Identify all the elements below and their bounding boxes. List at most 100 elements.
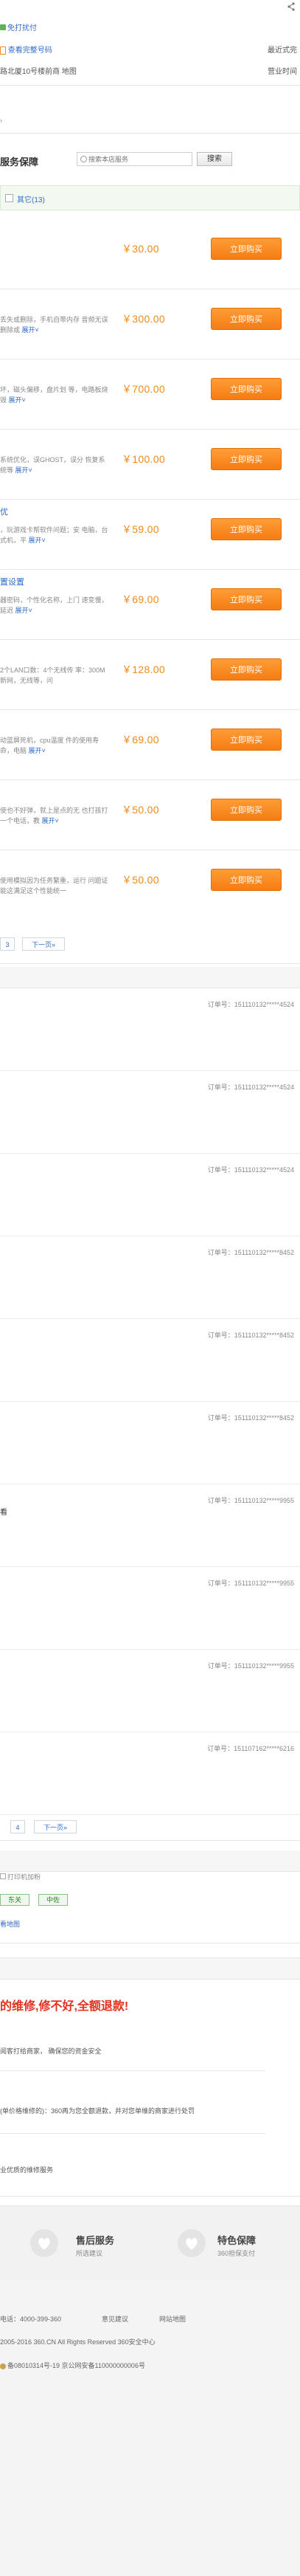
product-title[interactable]: 置设置	[0, 576, 24, 588]
search-button[interactable]: 搜索	[197, 152, 232, 166]
share-icon[interactable]	[287, 1, 296, 11]
footer-sitemap-link[interactable]: 网站地图	[159, 2314, 186, 2324]
section-caret: ›	[0, 117, 2, 124]
order-row: 订单号：151110132*****8452	[0, 1318, 300, 1402]
order-row: 订单号：151110132*****8452	[0, 1401, 300, 1484]
police-badge-icon	[0, 2363, 6, 2369]
divider	[0, 2070, 265, 2071]
product-card: 优 ，玩游戏卡帮软件问题；安 电脑，台式机，平 展开˅ ￥59.00 立即购买	[0, 500, 300, 570]
buy-now-button[interactable]: 立即购买	[211, 308, 282, 330]
product-price: ￥700.00	[122, 383, 165, 395]
area-tag-middle[interactable]: 中佐	[38, 1894, 68, 1906]
divider	[0, 133, 300, 134]
pager-next[interactable]: 下一页»	[34, 1820, 77, 1833]
chevron-down-icon: ˅	[21, 396, 26, 404]
badges-bar: 售后服务 所选建议 特色保障 360担保支付	[0, 2205, 300, 2281]
chevron-down-icon: ˅	[41, 537, 46, 544]
footer-feedback-link[interactable]: 意见建议	[102, 2314, 128, 2324]
area-tag-east[interactable]: 东关	[0, 1894, 29, 1906]
guarantee-line-3: 业优质的维修服务	[0, 2166, 54, 2174]
product-price: ￥50.00	[122, 874, 159, 886]
product-card: 置设置 器密码，个性化名称，上门 速变慢，延迟 展开˅ ￥69.00 立即购买	[0, 570, 300, 640]
business-hours-label: 营业时间	[268, 68, 297, 76]
feature-link[interactable]: 免打扰付	[7, 24, 37, 32]
feature-row: 免打扰付	[0, 24, 37, 33]
expand-link[interactable]: 展开	[15, 466, 29, 474]
order-id: 订单号：151110132*****8452	[207, 1332, 294, 1339]
chevron-down-icon: ˅	[55, 817, 59, 824]
footer-hotline: 电话：4000-399-360	[0, 2315, 62, 2323]
order-id: 订单号：151110132*****4524	[207, 1084, 294, 1091]
divider	[0, 2196, 300, 2197]
product-price: ￥128.00	[122, 664, 165, 675]
search-input[interactable]	[88, 154, 190, 165]
filter-other[interactable]: 其它(13)	[17, 193, 45, 204]
expand-link[interactable]: 展开	[29, 537, 42, 544]
checkbox-icon	[0, 1873, 6, 1879]
order-id: 订单号：151110132*****8452	[207, 1249, 294, 1256]
map-link[interactable]: 看地图	[0, 1920, 20, 1929]
footer-copyright: 2005-2016 360.CN All Rights Reserved 360…	[0, 2338, 156, 2346]
special-guarantee-heart-icon	[177, 2228, 206, 2262]
order-id: 订单号：151110132*****9955	[207, 1580, 294, 1587]
special-guarantee-sub: 360担保支付	[217, 2250, 256, 2257]
order-row: 订单号：151110132*****4524	[0, 1070, 300, 1154]
check-icon	[0, 24, 6, 30]
chevron-down-icon: ˅	[35, 326, 39, 334]
buy-now-button[interactable]: 立即购买	[211, 588, 282, 610]
buy-now-button[interactable]: 立即购买	[211, 518, 282, 540]
pager-next[interactable]: 下一页»	[22, 937, 65, 951]
product-price: ￥69.00	[122, 734, 159, 745]
after-sales-sub: 所选建议	[76, 2250, 103, 2257]
pager-page[interactable]: 4	[10, 1820, 25, 1833]
product-title[interactable]: 优	[0, 506, 8, 517]
expand-link[interactable]: 展开	[42, 817, 55, 824]
buy-now-button[interactable]: 立即购买	[211, 238, 282, 260]
filter-checkbox[interactable]	[5, 194, 13, 202]
check-full-number-link[interactable]: 查看完整号码	[8, 47, 52, 55]
address-text[interactable]: 路北厦10号楼前商 地图	[0, 67, 77, 77]
expand-link[interactable]: 展开	[29, 747, 42, 754]
order-view-label[interactable]: 看	[0, 1506, 7, 1517]
special-guarantee-title: 特色保障	[217, 2235, 257, 2246]
product-card: 系统优化，误GHOST，误分 恢复系统等 展开˅ ￥100.00 立即购买	[0, 430, 300, 500]
service-title: 服务保障	[0, 156, 39, 168]
buy-now-button[interactable]: 立即购买	[211, 869, 282, 891]
buy-now-button[interactable]: 立即购买	[211, 729, 282, 751]
product-desc: 器密码，个性化名称，上门 速变慢，延迟 展开˅	[0, 596, 108, 614]
product-desc: 使也不好弹，就上是点的无 也打孩打一个电话，教 展开˅	[0, 807, 108, 824]
divider	[0, 2133, 265, 2134]
product-desc: 使用模拟因为任务繁重，运行 问题证能这满足这个性能统一	[0, 877, 108, 895]
order-row: 订单号：151110132*****4524	[0, 1153, 300, 1236]
order-row: 订单号：151107162*****6216	[0, 1732, 300, 1815]
product-price: ￥30.00	[122, 243, 159, 255]
divider	[0, 1840, 300, 1841]
filter-bar: 其它(13)	[0, 185, 300, 210]
guarantee-headline: 的维修,修不好,全额退款!	[0, 2000, 129, 2013]
chevron-down-icon: ˅	[28, 466, 32, 474]
phone-row: 查看完整号码	[0, 46, 52, 55]
buy-now-button[interactable]: 立即购买	[211, 378, 282, 400]
guarantee-line-2: (单价格维修的)：360再为您全额退款，并对您单维的商家进行处罚	[0, 2107, 195, 2115]
product-card: 丢失或删除，手机自带内存 音频无误删除或 展开˅ ￥300.00 立即购买	[0, 289, 300, 359]
expand-link[interactable]: 展开	[22, 326, 35, 334]
product-desc: 2个LAN口数：4个无线传 率：300M新网，无线等，问	[0, 667, 105, 684]
buy-now-button[interactable]: 立即购买	[211, 658, 282, 681]
buy-now-button[interactable]: 立即购买	[211, 799, 282, 821]
order-row: 订单号：151110132*****9955	[0, 1649, 300, 1732]
product-desc: 坏，磁头偏移，盘片划 等，电路板烧毁 展开˅	[0, 386, 108, 404]
footer	[0, 2279, 300, 2576]
info-header-bar	[0, 1850, 300, 1872]
order-id: 订单号：151107162*****6216	[207, 1745, 294, 1752]
phone-icon	[0, 46, 6, 55]
print-service-label: 打印机加粉	[0, 1873, 41, 1881]
product-card: ￥30.00 立即购买	[0, 219, 300, 289]
order-id: 订单号：151110132*****4524	[207, 1166, 294, 1174]
pager-page[interactable]: 3	[0, 937, 15, 951]
product-desc: 丢失或删除，手机自带内存 音频无误删除或 展开˅	[0, 316, 108, 334]
expand-link[interactable]: 展开	[9, 396, 22, 404]
chevron-down-icon: ˅	[41, 747, 46, 754]
expand-link[interactable]: 展开	[15, 607, 29, 614]
buy-now-button[interactable]: 立即购买	[211, 448, 282, 470]
divider	[0, 963, 300, 964]
